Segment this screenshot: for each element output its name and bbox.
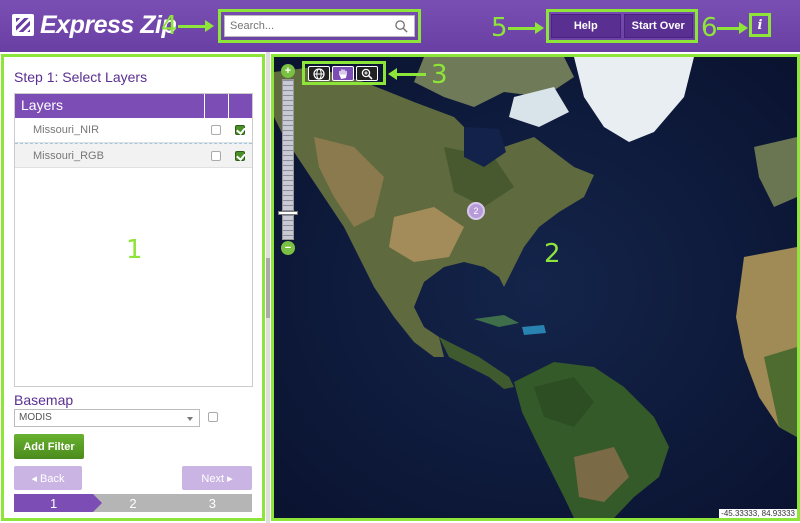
- info-button[interactable]: i: [749, 13, 771, 37]
- zoom-slider[interactable]: [282, 79, 294, 240]
- annotation-3: 3: [431, 60, 448, 90]
- basemap-selected-value: MODIS: [19, 412, 52, 423]
- layers-header-col: [228, 94, 252, 118]
- step-1: 1: [14, 494, 103, 512]
- wizard-stepper: 1 2 3: [14, 494, 252, 512]
- step-title: Step 1: Select Layers: [14, 69, 148, 85]
- hand-pan-icon: [339, 68, 347, 79]
- satellite-basemap: [274, 57, 797, 518]
- basemap-checkbox[interactable]: [208, 412, 218, 422]
- layer-cluster-marker[interactable]: 2: [467, 202, 485, 220]
- layer-visible-checkbox[interactable]: [235, 150, 245, 161]
- header-buttons-highlight: Help Start Over: [546, 9, 698, 43]
- search-icon[interactable]: [395, 20, 408, 33]
- basemap-select[interactable]: MODIS: [14, 409, 200, 427]
- layer-name: Missouri_RGB: [33, 149, 104, 162]
- info-icon: i: [757, 17, 763, 33]
- add-filter-button[interactable]: Add Filter: [14, 434, 84, 459]
- annotation-arrow: [388, 68, 426, 80]
- zoom-in-button[interactable]: +: [281, 64, 295, 78]
- annotation-arrow: [178, 20, 214, 32]
- logo-mark-icon: [12, 14, 34, 36]
- layer-select-checkbox[interactable]: [211, 125, 221, 135]
- map-toolbar: [302, 61, 386, 85]
- coordinate-readout: -45.33333, 84.93333: [719, 509, 797, 518]
- next-button[interactable]: Next ▸: [182, 466, 252, 490]
- step-2: 2: [93, 494, 183, 512]
- annotation-arrow: [508, 22, 544, 34]
- app-header: Express Zip 4 5 Help Start Over 6 i: [0, 0, 800, 52]
- zoom-in-icon: [361, 68, 373, 80]
- help-button[interactable]: Help: [551, 14, 621, 38]
- annotation-5: 5: [491, 13, 508, 43]
- annotation-6: 6: [701, 13, 718, 43]
- chevron-down-icon: [187, 417, 193, 421]
- layers-header-col: [204, 94, 228, 118]
- layer-visible-checkbox[interactable]: [235, 125, 245, 135]
- annotation-arrow: [717, 22, 748, 34]
- globe-tool-button[interactable]: [308, 66, 330, 81]
- back-button[interactable]: ◂ Back: [14, 466, 82, 490]
- step-3: 3: [172, 494, 252, 512]
- start-over-button[interactable]: Start Over: [623, 14, 693, 38]
- search-box[interactable]: [224, 15, 415, 37]
- annotation-2: 2: [544, 239, 561, 269]
- zoom-tool-button[interactable]: [356, 66, 378, 81]
- layer-select-checkbox[interactable]: [211, 150, 221, 161]
- logo-text: Express Zip: [40, 10, 177, 39]
- left-panel: Step 1: Select Layers Layers Missouri_NI…: [1, 54, 265, 521]
- layers-header-label: Layers: [21, 97, 64, 113]
- pan-tool-button[interactable]: [332, 66, 354, 81]
- zoom-out-button[interactable]: −: [281, 241, 295, 255]
- search-input[interactable]: [225, 16, 395, 36]
- app-logo: Express Zip: [12, 10, 177, 40]
- layer-row-missouri-rgb[interactable]: Missouri_RGB: [15, 143, 252, 168]
- splitter-handle[interactable]: [266, 258, 270, 318]
- layers-table-header: Layers: [15, 94, 252, 118]
- basemap-label: Basemap: [14, 392, 74, 408]
- search-highlight: [218, 9, 421, 43]
- globe-icon: [313, 67, 325, 80]
- annotation-1: 1: [126, 235, 143, 265]
- layer-name: Missouri_NIR: [33, 124, 100, 136]
- annotation-4: 4: [161, 11, 178, 41]
- map-view[interactable]: + − 3 2 2 -45.33333, 84.93333: [271, 54, 800, 521]
- layer-row-missouri-nir[interactable]: Missouri_NIR: [15, 118, 252, 143]
- zoom-slider-handle[interactable]: [278, 211, 298, 215]
